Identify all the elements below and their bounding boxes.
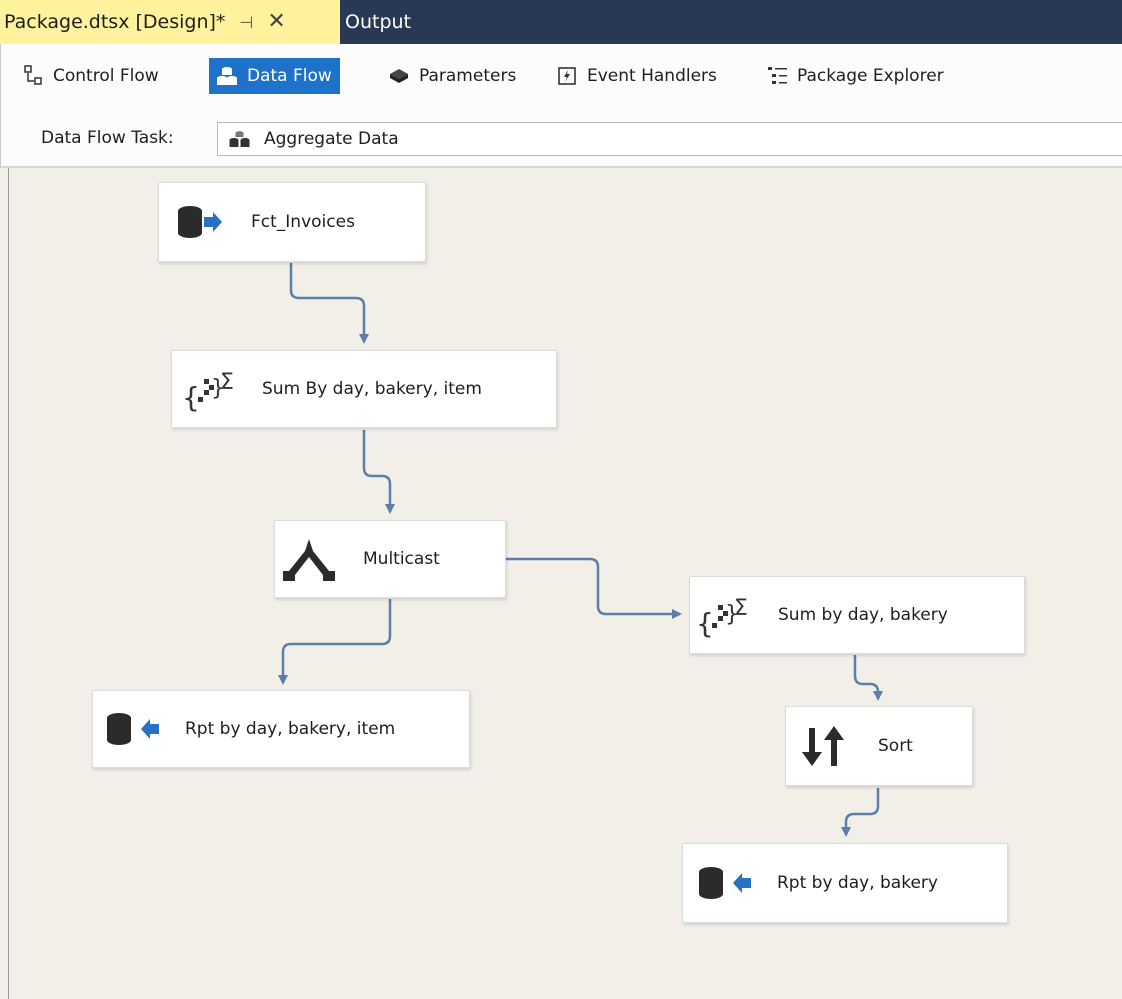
data-flow-task-label: Data Flow Task: — [41, 128, 174, 148]
tab-parameters[interactable]: Parameters — [381, 58, 524, 94]
package-explorer-icon — [765, 64, 789, 88]
component-fct-invoices-label: Fct_Invoices — [251, 212, 355, 232]
tab-output[interactable]: Output — [345, 0, 411, 44]
component-rpt-by-day-bakery-item[interactable]: Rpt by day, bakery, item — [92, 690, 470, 768]
component-sum-by-day-bakery[interactable]: {} Σ Sum by day, bakery — [689, 576, 1025, 654]
ole-db-source-icon — [171, 192, 231, 252]
svg-text:Σ: Σ — [734, 596, 748, 621]
data-flow-icon — [215, 64, 239, 88]
parameters-icon — [387, 64, 411, 88]
event-handlers-icon — [555, 64, 579, 88]
pin-icon[interactable]: ⊣ — [239, 13, 253, 32]
component-sum-by-day-bakery-item-label: Sum By day, bakery, item — [262, 379, 482, 399]
svg-text:{: { — [696, 607, 714, 639]
component-multicast-label: Multicast — [363, 549, 440, 569]
close-icon[interactable]: ✕ — [267, 11, 285, 33]
tab-event-handlers-label: Event Handlers — [587, 66, 717, 86]
component-fct-invoices[interactable]: Fct_Invoices — [158, 182, 426, 262]
tab-control-flow-label: Control Flow — [53, 66, 159, 86]
data-flow-task-dropdown[interactable]: Aggregate Data — [217, 122, 1122, 156]
ole-db-destination-icon — [103, 699, 163, 759]
svg-text:{: { — [182, 381, 200, 413]
svg-text:Σ: Σ — [220, 370, 234, 395]
tab-data-flow-label: Data Flow — [247, 66, 332, 86]
tab-data-flow[interactable]: Data Flow — [209, 58, 340, 94]
component-rpt-by-day-bakery[interactable]: Rpt by day, bakery — [682, 843, 1008, 923]
component-multicast[interactable]: Multicast — [274, 520, 506, 598]
aggregate-icon: {} Σ — [180, 359, 240, 419]
document-tab-strip: Package.dtsx [Design]* ⊣ ✕ Output — [0, 0, 1122, 44]
component-rpt-by-day-bakery-label: Rpt by day, bakery — [777, 873, 938, 893]
designer-tab-bar: Control Flow Data Flow Parameters Event … — [0, 44, 1122, 104]
aggregate-icon: {} Σ — [694, 585, 754, 645]
tab-event-handlers[interactable]: Event Handlers — [549, 58, 725, 94]
control-flow-icon — [21, 64, 45, 88]
tab-control-flow[interactable]: Control Flow — [15, 58, 167, 94]
component-sort-label: Sort — [878, 736, 913, 756]
component-sort[interactable]: Sort — [785, 706, 973, 786]
tab-output-label: Output — [345, 11, 411, 33]
component-rpt-by-day-bakery-item-label: Rpt by day, bakery, item — [185, 719, 396, 739]
tab-package-explorer-label: Package Explorer — [797, 66, 944, 86]
component-sum-by-day-bakery-item[interactable]: {} Σ Sum By day, bakery, item — [171, 350, 557, 428]
data-flow-task-value: Aggregate Data — [264, 129, 399, 149]
tab-package-design[interactable]: Package.dtsx [Design]* ⊣ ✕ — [0, 0, 340, 44]
sort-icon — [794, 716, 854, 776]
component-sum-by-day-bakery-label: Sum by day, bakery — [778, 605, 948, 625]
multicast-icon — [279, 529, 339, 589]
tab-package-explorer[interactable]: Package Explorer — [759, 58, 952, 94]
tab-package-design-label: Package.dtsx [Design]* — [4, 11, 226, 33]
data-flow-task-icon — [228, 129, 252, 149]
tab-parameters-label: Parameters — [419, 66, 517, 86]
data-flow-task-row: Data Flow Task: Aggregate Data — [0, 104, 1122, 168]
ole-db-destination-icon — [695, 853, 755, 913]
